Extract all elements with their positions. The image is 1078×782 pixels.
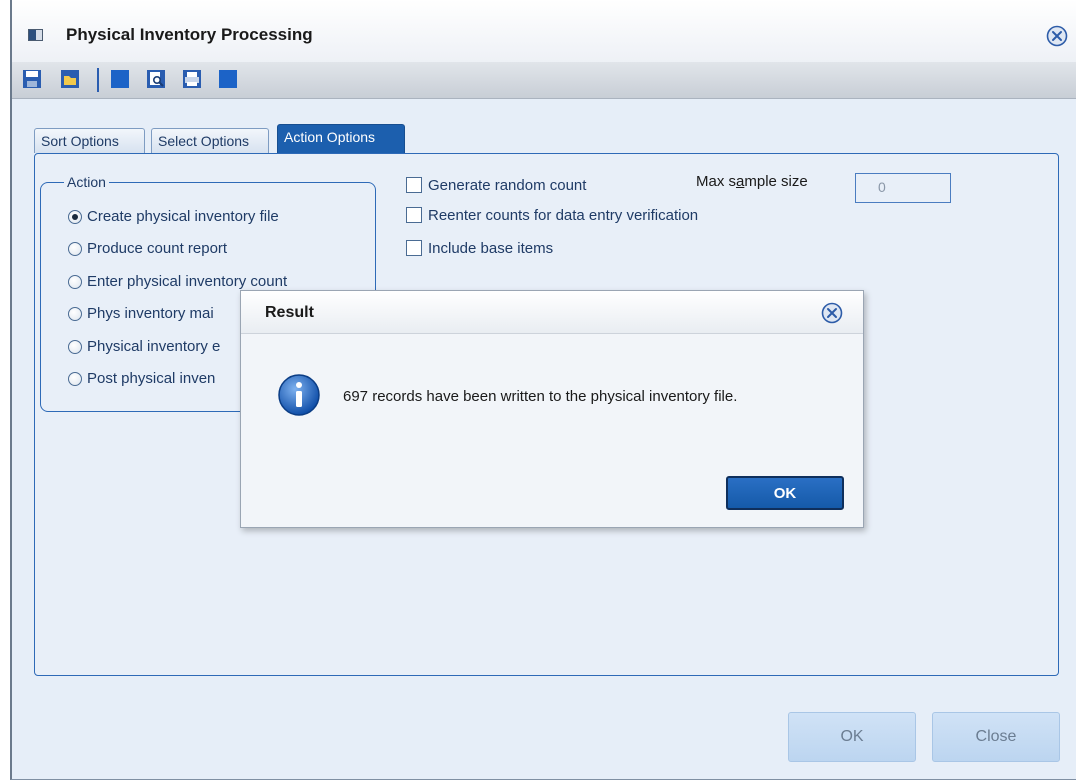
title-bar: Physical Inventory Processing [12, 0, 1076, 63]
blank-blue-icon[interactable] [216, 67, 240, 91]
radio-unselected-icon[interactable] [68, 340, 82, 354]
info-icon [278, 374, 320, 416]
result-dialog: Result 697 records have been written to … [240, 290, 864, 528]
checkbox-icon[interactable] [406, 207, 422, 223]
close-circle-icon[interactable] [1046, 25, 1068, 47]
tab-action-options[interactable]: Action Options [277, 124, 405, 154]
print-icon[interactable] [180, 67, 204, 91]
ok-button[interactable]: OK [788, 712, 916, 762]
toolbar-separator [97, 68, 99, 92]
window-title: Physical Inventory Processing [66, 25, 313, 44]
radio-unselected-icon[interactable] [68, 372, 82, 386]
radio-selected-icon[interactable] [68, 210, 82, 224]
save-icon[interactable] [20, 67, 44, 91]
blank-blue-icon[interactable] [108, 67, 132, 91]
max-sample-size-input[interactable]: 0 [855, 173, 951, 203]
dialog-ok-button[interactable]: OK [726, 476, 844, 510]
action-group-legend: Action [64, 174, 109, 190]
window-app-icon [28, 29, 43, 41]
max-sample-size-label: Max sample size [696, 173, 808, 190]
radio-unselected-icon[interactable] [68, 242, 82, 256]
toolbar [12, 62, 1076, 99]
print-preview-icon[interactable] [144, 67, 168, 91]
dialog-title: Result [265, 304, 314, 321]
dialog-message: 697 records have been written to the phy… [343, 388, 738, 405]
checkbox-icon[interactable] [406, 240, 422, 256]
open-folder-icon[interactable] [58, 67, 82, 91]
checkbox-icon[interactable] [406, 177, 422, 193]
dialog-title-bar: Result [241, 291, 863, 334]
radio-unselected-icon[interactable] [68, 307, 82, 321]
close-circle-icon[interactable] [821, 302, 843, 324]
tab-select-options[interactable]: Select Options [151, 128, 269, 153]
close-button[interactable]: Close [932, 712, 1060, 762]
radio-unselected-icon[interactable] [68, 275, 82, 289]
tab-sort-options[interactable]: Sort Options [34, 128, 145, 153]
